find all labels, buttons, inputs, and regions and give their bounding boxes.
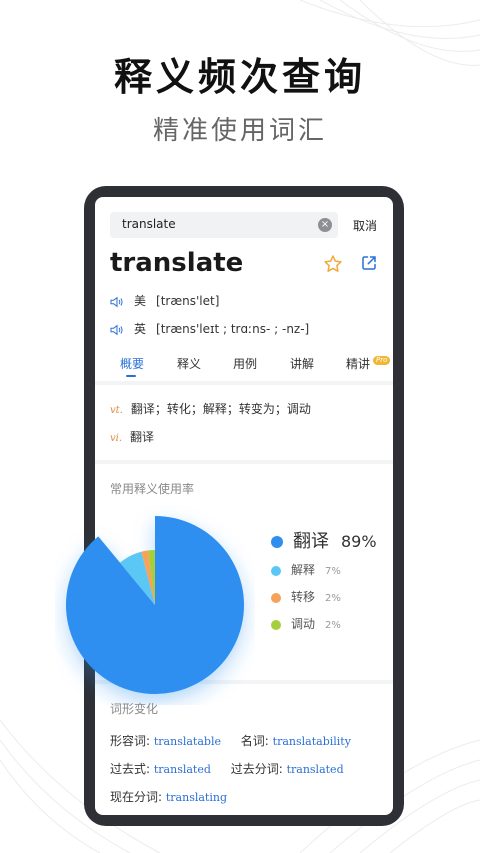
legend-value: 7% [325,566,341,577]
form-pres-link[interactable]: translating [166,791,227,804]
pron-uk-region: 英 [134,322,147,336]
form-label: 过去分词: [230,762,283,776]
usage-title: 常用释义使用率 [110,482,195,496]
promo-title: 释义频次查询 [113,55,366,99]
form-row: 形容词: translatable 名词: translatability [110,732,367,749]
form-row: 现在分词: translating [110,788,243,805]
part-of-speech: vi. [110,433,123,444]
share-icon[interactable] [360,254,378,272]
search-input[interactable]: translate × [110,212,338,238]
usage-pie-chart [65,516,244,694]
divider [95,381,393,385]
form-pp-link[interactable]: translated [287,763,344,776]
promo-subtitle: 精准使用词汇 [152,116,327,146]
divider [95,460,393,464]
tab-examples[interactable]: 用例 [233,355,257,372]
star-icon[interactable] [323,254,343,274]
pron-uk-row: 英 [træns'leɪt ; trɑːns- ; -nz-] [110,320,309,337]
tab-bar: 概要 释义 用例 讲解 精讲 [95,355,393,377]
tab-premium[interactable]: 精讲 [346,355,370,372]
pron-us: [træns'let] [156,294,220,308]
legend-item: 调动 2% [271,615,341,632]
legend-label: 翻译 [293,531,329,552]
legend-swatch [271,565,281,576]
form-label: 形容词: [110,734,151,748]
legend-label: 转移 [291,590,316,604]
search-value: translate [122,217,176,231]
form-label: 名词: [240,734,269,748]
legend-label: 解释 [291,563,316,577]
part-of-speech: vt. [110,405,123,416]
legend-item: 翻译 89% [271,527,377,553]
legend-item: 解释 7% [271,561,341,578]
definition-row: vi. 翻译 [110,428,154,445]
pron-us-region: 美 [134,294,147,308]
pron-us-row: 美 [træns'let] [110,292,219,309]
headword: translate [110,248,244,278]
cancel-button[interactable]: 取消 [353,217,377,234]
definition-row: vt. 翻译；转化；解释；转变为；调动 [110,400,311,417]
speaker-icon[interactable] [110,296,124,308]
clear-icon[interactable]: × [318,218,332,232]
form-row: 过去式: translated 过去分词: translated [110,760,360,777]
speaker-icon[interactable] [110,324,124,336]
legend-value: 89% [341,532,377,551]
definition-text: 翻译；转化；解释；转变为；调动 [130,402,311,416]
tab-explanation[interactable]: 讲解 [290,355,314,372]
legend-value: 2% [325,620,341,631]
form-adj-link[interactable]: translatable [154,735,221,748]
definition-text: 翻译 [130,430,155,444]
tab-definitions[interactable]: 释义 [177,355,201,372]
legend-item: 转移 2% [271,588,341,605]
legend-label: 调动 [291,617,316,631]
pron-uk: [træns'leɪt ; trɑːns- ; -nz-] [156,322,310,336]
tab-active-indicator [126,375,136,377]
form-label: 现在分词: [110,790,163,804]
form-noun-link[interactable]: translatability [273,735,351,748]
form-label: 过去式: [110,762,151,776]
pro-badge: Pro [373,356,391,365]
legend-value: 2% [325,593,341,604]
legend-swatch [271,619,281,630]
tab-overview[interactable]: 概要 [120,355,144,372]
legend-swatch [271,592,281,603]
form-past-link[interactable]: translated [154,763,211,776]
legend-swatch [271,536,283,548]
